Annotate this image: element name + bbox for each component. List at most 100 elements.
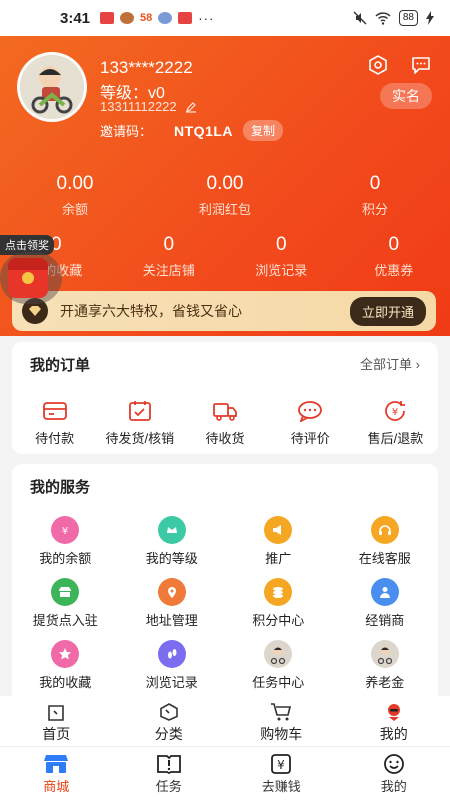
chevron-right-icon: › bbox=[415, 357, 420, 372]
home-icon bbox=[48, 705, 65, 721]
footprint-icon bbox=[157, 640, 186, 668]
order-status-label: 售后/退款 bbox=[367, 431, 424, 446]
stat-value: 0.00 bbox=[56, 173, 94, 194]
app-58-icon: 58 bbox=[140, 12, 153, 24]
copy-button[interactable]: 复制 bbox=[243, 120, 284, 141]
tab-mine[interactable]: 我的 bbox=[338, 747, 450, 800]
settings-hexagon-icon[interactable] bbox=[367, 54, 389, 76]
tab-tasks[interactable]: 任务 bbox=[113, 747, 226, 800]
service-favorites[interactable]: 我的收藏 bbox=[12, 640, 119, 702]
stat-browse-history[interactable]: 0 浏览记录 bbox=[225, 234, 338, 279]
service-pickup-point[interactable]: 提货点入驻 bbox=[12, 578, 119, 640]
store-icon bbox=[51, 578, 80, 606]
megaphone-icon bbox=[264, 516, 293, 544]
service-balance[interactable]: ¥ 我的余额 bbox=[12, 516, 119, 578]
tab-earn[interactable]: ¥ 去赚钱 bbox=[225, 747, 338, 800]
service-distributor[interactable]: 经销商 bbox=[332, 578, 439, 640]
refund-icon: ¥ bbox=[385, 401, 406, 421]
stat-label: 余额 bbox=[61, 202, 88, 217]
service-browse-history[interactable]: 浏览记录 bbox=[119, 640, 226, 702]
profile-red-icon bbox=[387, 704, 400, 721]
smile-icon bbox=[383, 754, 404, 774]
service-label: 我的等级 bbox=[145, 551, 198, 566]
services-row: 提货点入驻 地址管理 积分中心 经销商 bbox=[12, 578, 438, 640]
mute-icon bbox=[353, 11, 367, 25]
nav-home[interactable]: 首页 bbox=[0, 696, 113, 746]
orders-title: 我的订单 bbox=[30, 357, 91, 374]
order-status-label: 待评价 bbox=[290, 431, 330, 446]
nav-label: 分类 bbox=[154, 726, 183, 742]
stat-label: 优惠券 bbox=[374, 263, 414, 278]
status-time: 3:41 bbox=[60, 9, 91, 27]
tab-label: 去赚钱 bbox=[261, 779, 301, 794]
order-pending-review[interactable]: 待评价 bbox=[268, 400, 353, 447]
book-icon bbox=[156, 755, 181, 775]
cart-icon bbox=[271, 703, 292, 721]
username: 133****2222 bbox=[100, 58, 193, 77]
avatar-image-icon bbox=[264, 640, 293, 668]
service-address[interactable]: 地址管理 bbox=[119, 578, 226, 640]
order-pending-payment[interactable]: 待付款 bbox=[12, 400, 97, 447]
stat-balance[interactable]: 0.00 余额 bbox=[0, 173, 150, 218]
stat-profit-redpacket[interactable]: 0.00 利润红包 bbox=[150, 173, 300, 218]
stat-value: 0.00 bbox=[206, 173, 244, 194]
stat-followed-stores[interactable]: 0 关注店铺 bbox=[113, 234, 226, 279]
vip-open-button[interactable]: 立即开通 bbox=[349, 296, 426, 326]
stat-coupons[interactable]: 0 优惠券 bbox=[338, 234, 450, 279]
services-grid: ¥ 我的余额 我的等级 推广 在线客服 提货点入驻 地址管理 积分中心 经销商 我… bbox=[12, 516, 438, 702]
user-phone: 13311112222 bbox=[100, 99, 177, 114]
truck-icon bbox=[213, 403, 237, 421]
stats-row-1: 0.00 余额 0.00 利润红包 0 积分 bbox=[0, 173, 450, 218]
order-after-sales[interactable]: ¥ 售后/退款 bbox=[353, 400, 438, 447]
svg-text:¥: ¥ bbox=[392, 407, 398, 418]
status-app-icons: 58 ··· bbox=[100, 11, 214, 26]
services-row: 我的收藏 浏览记录 任务中心 养老金 bbox=[12, 640, 438, 702]
service-label: 提货点入驻 bbox=[32, 613, 98, 628]
order-status-label: 待收货 bbox=[205, 431, 245, 446]
money-bag-icon: ¥ bbox=[51, 516, 80, 544]
wifi-icon bbox=[375, 12, 391, 25]
service-promotion[interactable]: 推广 bbox=[225, 516, 332, 578]
service-label: 推广 bbox=[265, 551, 292, 566]
order-status-row: 待付款 待发货/核销 待收货 待评价 ¥ 售后/退款 bbox=[12, 400, 438, 447]
edit-pencil-icon[interactable] bbox=[185, 101, 197, 113]
service-label: 养老金 bbox=[365, 675, 405, 690]
service-task-center[interactable]: 任务中心 bbox=[225, 640, 332, 702]
stat-label: 积分 bbox=[361, 202, 388, 217]
stat-value: 0 bbox=[369, 173, 381, 194]
avatar-image-icon bbox=[20, 55, 84, 119]
realname-button[interactable]: 实名 bbox=[380, 83, 432, 109]
avatar[interactable] bbox=[17, 52, 87, 122]
nav-category[interactable]: 分类 bbox=[113, 696, 226, 746]
avatar-notification-icon bbox=[120, 12, 135, 24]
tab-mall[interactable]: 商城 bbox=[0, 747, 113, 800]
avatar-image-icon bbox=[370, 640, 399, 668]
red-packet-icon bbox=[8, 258, 48, 298]
service-points-center[interactable]: 积分中心 bbox=[225, 578, 332, 640]
invite-code: NTQ1LA bbox=[174, 122, 234, 139]
nav-label: 购物车 bbox=[260, 726, 303, 742]
user-phone-row: 13311112222 bbox=[100, 99, 197, 114]
nav-cart[interactable]: 购物车 bbox=[225, 696, 338, 746]
service-label: 积分中心 bbox=[252, 613, 305, 628]
headset-icon bbox=[370, 516, 399, 544]
vip-banner[interactable]: 开通享六大特权，省钱又省心 立即开通 bbox=[12, 291, 436, 331]
message-icon[interactable] bbox=[410, 54, 432, 76]
stat-points[interactable]: 0 积分 bbox=[300, 173, 450, 218]
service-customer-support[interactable]: 在线客服 bbox=[332, 516, 439, 578]
nav-label: 首页 bbox=[42, 726, 71, 742]
nav-mine[interactable]: 我的 bbox=[338, 696, 450, 746]
all-orders-label: 全部订单 bbox=[360, 357, 413, 372]
tab-label: 任务 bbox=[155, 779, 182, 794]
service-level[interactable]: 我的等级 bbox=[119, 516, 226, 578]
order-pending-receipt[interactable]: 待收货 bbox=[182, 400, 267, 447]
order-pending-shipment[interactable]: 待发货/核销 bbox=[97, 400, 182, 447]
service-pension[interactable]: 养老金 bbox=[332, 640, 439, 702]
services-card: 我的服务 ¥ 我的余额 我的等级 推广 在线客服 提货点入驻 地址管理 积分中心 … bbox=[12, 464, 438, 704]
all-orders-link[interactable]: 全部订单 › bbox=[360, 354, 420, 373]
red-packet-float-button[interactable] bbox=[0, 252, 62, 304]
stats-row-2: 0 我的收藏 0 关注店铺 0 浏览记录 0 优惠券 bbox=[0, 234, 450, 279]
app-blue-icon bbox=[158, 12, 173, 24]
profile-header: 133****2222 等级：v0 13311112222 邀请码： NTQ1L… bbox=[0, 36, 450, 336]
stat-label: 利润红包 bbox=[198, 202, 251, 217]
